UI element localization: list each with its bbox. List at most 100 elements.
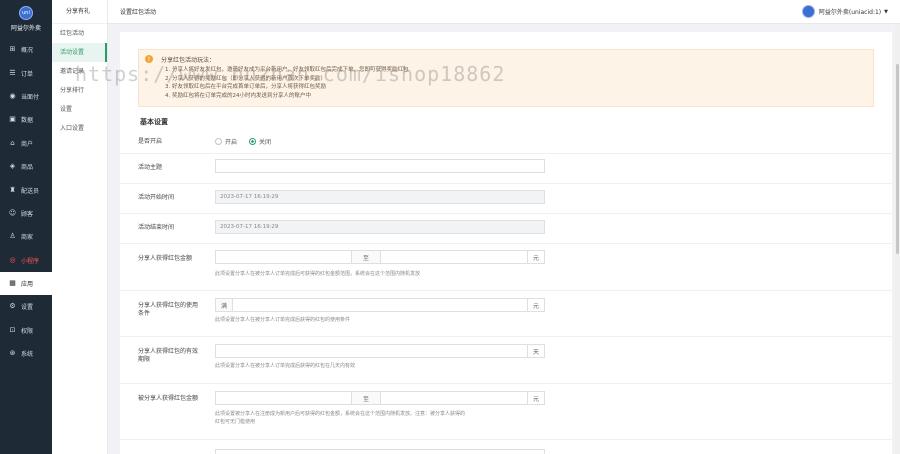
sharer-amount-label: 分享人获得红包金额 xyxy=(138,255,193,262)
unit-suffix: 元 xyxy=(527,391,545,405)
invitee-amount-hint: 红包可无门槛使用 xyxy=(215,419,256,425)
tips-line: 1. 分享人将好友发红包，邀请好友成为平台新用户，好友领取红包后完成下单，您即可… xyxy=(165,67,409,73)
lock-icon: ⊡ xyxy=(9,325,16,334)
submenu-item-3[interactable]: 分享排行 xyxy=(52,81,107,100)
submenu-item-2[interactable]: 邀请记录 xyxy=(52,62,107,81)
submenu-title: 分享有礼 xyxy=(52,0,107,24)
page-scrollbar[interactable] xyxy=(895,24,900,454)
brand-logo: uni xyxy=(19,6,33,20)
order-icon: ☰ xyxy=(9,68,16,77)
submenu-item-5[interactable]: 入口设置 xyxy=(52,119,107,138)
main-sidebar: uni 阿益尔外卖 ⊞ 概况 ☰ 订单 ◉ 当面付 ▣ 数据 ⌂ 商户 ◈ 商品 ♜ 配送员 ☺ 顾客 ♙ 商家 ◎… xyxy=(0,0,52,454)
tips-box: ! 分享红包活动玩法： 1. 分享人将好友发红包，邀请好友成为平台新用户，好友领… xyxy=(138,49,874,107)
submenu-list: 红包活动 活动设置 邀请记录 分享排行 设置 入口设置 xyxy=(52,24,107,138)
scrollbar-thumb[interactable] xyxy=(896,64,899,254)
tips-line: 3. 好友领取红包后在平台完成首单订单后，分享人将获得红包奖励 xyxy=(165,84,326,91)
start-time-row: 活动开始时间 2023-07-17 16:19:29 xyxy=(120,184,892,214)
sidebar-item-label: 商品 xyxy=(21,164,34,172)
rider-icon: ♜ xyxy=(9,185,16,194)
name-label: 活动主题 xyxy=(138,164,163,171)
radio-label: 开启 xyxy=(225,139,238,146)
sidebar-item-9[interactable]: ◎ 小程序 xyxy=(0,249,52,272)
status-row: 是否开启 开启 关闭 xyxy=(120,130,892,154)
status-radio-off[interactable] xyxy=(249,138,257,145)
data-icon: ▣ xyxy=(9,115,16,124)
top-header: 设置红包活动 阿益尔外卖(uniacid:1) ▼ xyxy=(108,0,900,24)
name-input[interactable] xyxy=(215,159,545,173)
sidebar-item-3[interactable]: ▣ 数据 xyxy=(0,108,52,131)
status-radio-on[interactable] xyxy=(215,138,222,145)
unit-suffix: 元 xyxy=(527,298,545,312)
sidebar-item-7[interactable]: ☺ 顾客 xyxy=(0,202,52,225)
sharer-valid-label: 分享人获得红包的有效期限 xyxy=(138,348,199,363)
sharer-valid-input[interactable] xyxy=(215,344,528,358)
unit-suffix: 元 xyxy=(527,250,545,264)
range-separator: 至 xyxy=(351,391,381,405)
settings-icon: ⚙ xyxy=(9,302,16,311)
sidebar-item-label: 小程序 xyxy=(21,257,40,265)
sharer-valid-hint: 此项设置分享人在被分享人订单完成后获得的红包在几天内有效 xyxy=(215,363,356,369)
sidebar-item-0[interactable]: ⊞ 概况 xyxy=(0,38,52,61)
sharer-amount-min-input[interactable] xyxy=(215,250,352,264)
sidebar-item-label: 商家 xyxy=(21,234,34,242)
sidebar-item-label: 设置 xyxy=(21,304,34,312)
sidebar-item-4[interactable]: ⌂ 商户 xyxy=(0,132,52,155)
invitee-amount-row: 被分享人获得红包金额 至 元 此项设置被分享人在注册成为新用户后可获得的红包金额… xyxy=(120,384,892,440)
prefix-label: 满 xyxy=(215,298,233,312)
sidebar-item-11[interactable]: ⚙ 设置 xyxy=(0,295,52,318)
status-label: 是否开启 xyxy=(138,138,163,145)
sidebar-item-label: 配送员 xyxy=(21,187,40,195)
sidebar-item-10[interactable]: ▦ 应用 xyxy=(0,271,52,296)
invitee-amount-min-input[interactable] xyxy=(215,391,352,405)
radio-label: 关闭 xyxy=(259,139,272,146)
sidebar-nav: ⊞ 概况 ☰ 订单 ◉ 当面付 ▣ 数据 ⌂ 商户 ◈ 商品 ♜ 配送员 ☺ 顾客 ♙ 商家 ◎ 小程序 ▦ 应用 ⚙ 设置 ⊡… xyxy=(0,38,52,365)
submenu-item-0[interactable]: 红包活动 xyxy=(52,24,107,43)
submenu-item-1[interactable]: 活动设置 xyxy=(52,43,107,62)
miniapp-icon: ◎ xyxy=(9,255,16,264)
sidebar-item-label: 系统 xyxy=(21,351,34,359)
sidebar-item-label: 当面付 xyxy=(21,93,40,101)
sidebar-item-label: 概况 xyxy=(21,47,34,55)
tips-line: 4. 奖励红包将在订单完成的24小时内发送到分享人的账户中 xyxy=(165,92,311,99)
chevron-down-icon: ▼ xyxy=(884,8,888,15)
user-menu[interactable]: 阿益尔外卖(uniacid:1) ▼ xyxy=(801,5,888,18)
sharer-amount-max-input[interactable] xyxy=(380,250,528,264)
sidebar-item-6[interactable]: ♜ 配送员 xyxy=(0,178,52,201)
sidebar-item-5[interactable]: ◈ 商品 xyxy=(0,155,52,178)
sharer-condition-input[interactable] xyxy=(232,298,528,312)
start-time-label: 活动开始时间 xyxy=(138,194,175,201)
sidebar-item-8[interactable]: ♙ 商家 xyxy=(0,225,52,248)
start-time-input[interactable]: 2023-07-17 16:19:29 xyxy=(215,190,545,204)
invitee-amount-max-input[interactable] xyxy=(380,391,528,405)
sharer-amount-hint: 此项设置分享人在被分享人订单完成后可获得的红包金额范围，系统会在这个范围内随机发… xyxy=(215,271,421,277)
sub-menu: 分享有礼 红包活动 活动设置 邀请记录 分享排行 设置 入口设置 xyxy=(52,0,108,454)
sidebar-item-label: 数据 xyxy=(21,117,34,125)
sharer-amount-row: 分享人获得红包金额 至 元 此项设置分享人在被分享人订单完成后可获得的红包金额范… xyxy=(120,244,892,291)
next-input[interactable] xyxy=(215,449,545,454)
brand-name: 阿益尔外卖 xyxy=(10,25,41,32)
sharer-condition-label: 分享人获得红包的使用条件 xyxy=(138,302,199,317)
sidebar-item-label: 权限 xyxy=(21,327,34,335)
sidebar-item-label: 商户 xyxy=(21,140,34,148)
sidebar-item-12[interactable]: ⊡ 权限 xyxy=(0,319,52,342)
user-name: 阿益尔外卖(uniacid:1) xyxy=(818,9,882,16)
user-icon: ☺ xyxy=(8,208,17,217)
end-time-input[interactable]: 2023-07-17 16:19:29 xyxy=(215,220,545,234)
sidebar-item-1[interactable]: ☰ 订单 xyxy=(0,61,52,84)
sidebar-item-2[interactable]: ◉ 当面付 xyxy=(0,85,52,108)
end-time-row: 活动结束时间 2023-07-17 16:19:29 xyxy=(120,214,892,244)
app-icon: ▦ xyxy=(9,279,16,288)
sidebar-item-label: 订单 xyxy=(21,70,34,78)
sidebar-item-13[interactable]: ⊛ 系统 xyxy=(0,342,52,365)
brand[interactable]: uni 阿益尔外卖 xyxy=(0,0,52,38)
next-row xyxy=(120,440,892,454)
pay-icon: ◉ xyxy=(9,91,16,100)
sharer-condition-row: 分享人获得红包的使用条件 满 元 此项设置分享人在被分享人订单完成后获得的红包的… xyxy=(120,291,892,337)
sidebar-item-label: 顾客 xyxy=(21,210,34,218)
range-separator: 至 xyxy=(351,250,381,264)
submenu-item-4[interactable]: 设置 xyxy=(52,100,107,119)
status-radio-group: 开启 关闭 xyxy=(215,137,283,146)
tips-line: 2. 分享人获得的奖励红包（即分享人获得的新用户首次下单奖励） xyxy=(165,75,326,82)
sharer-valid-row: 分享人获得红包的有效期限 天 此项设置分享人在被分享人订单完成后获得的红包在几天… xyxy=(120,337,892,384)
sharer-condition-hint: 此项设置分享人在被分享人订单完成后获得的红包的使用条件 xyxy=(215,317,351,323)
